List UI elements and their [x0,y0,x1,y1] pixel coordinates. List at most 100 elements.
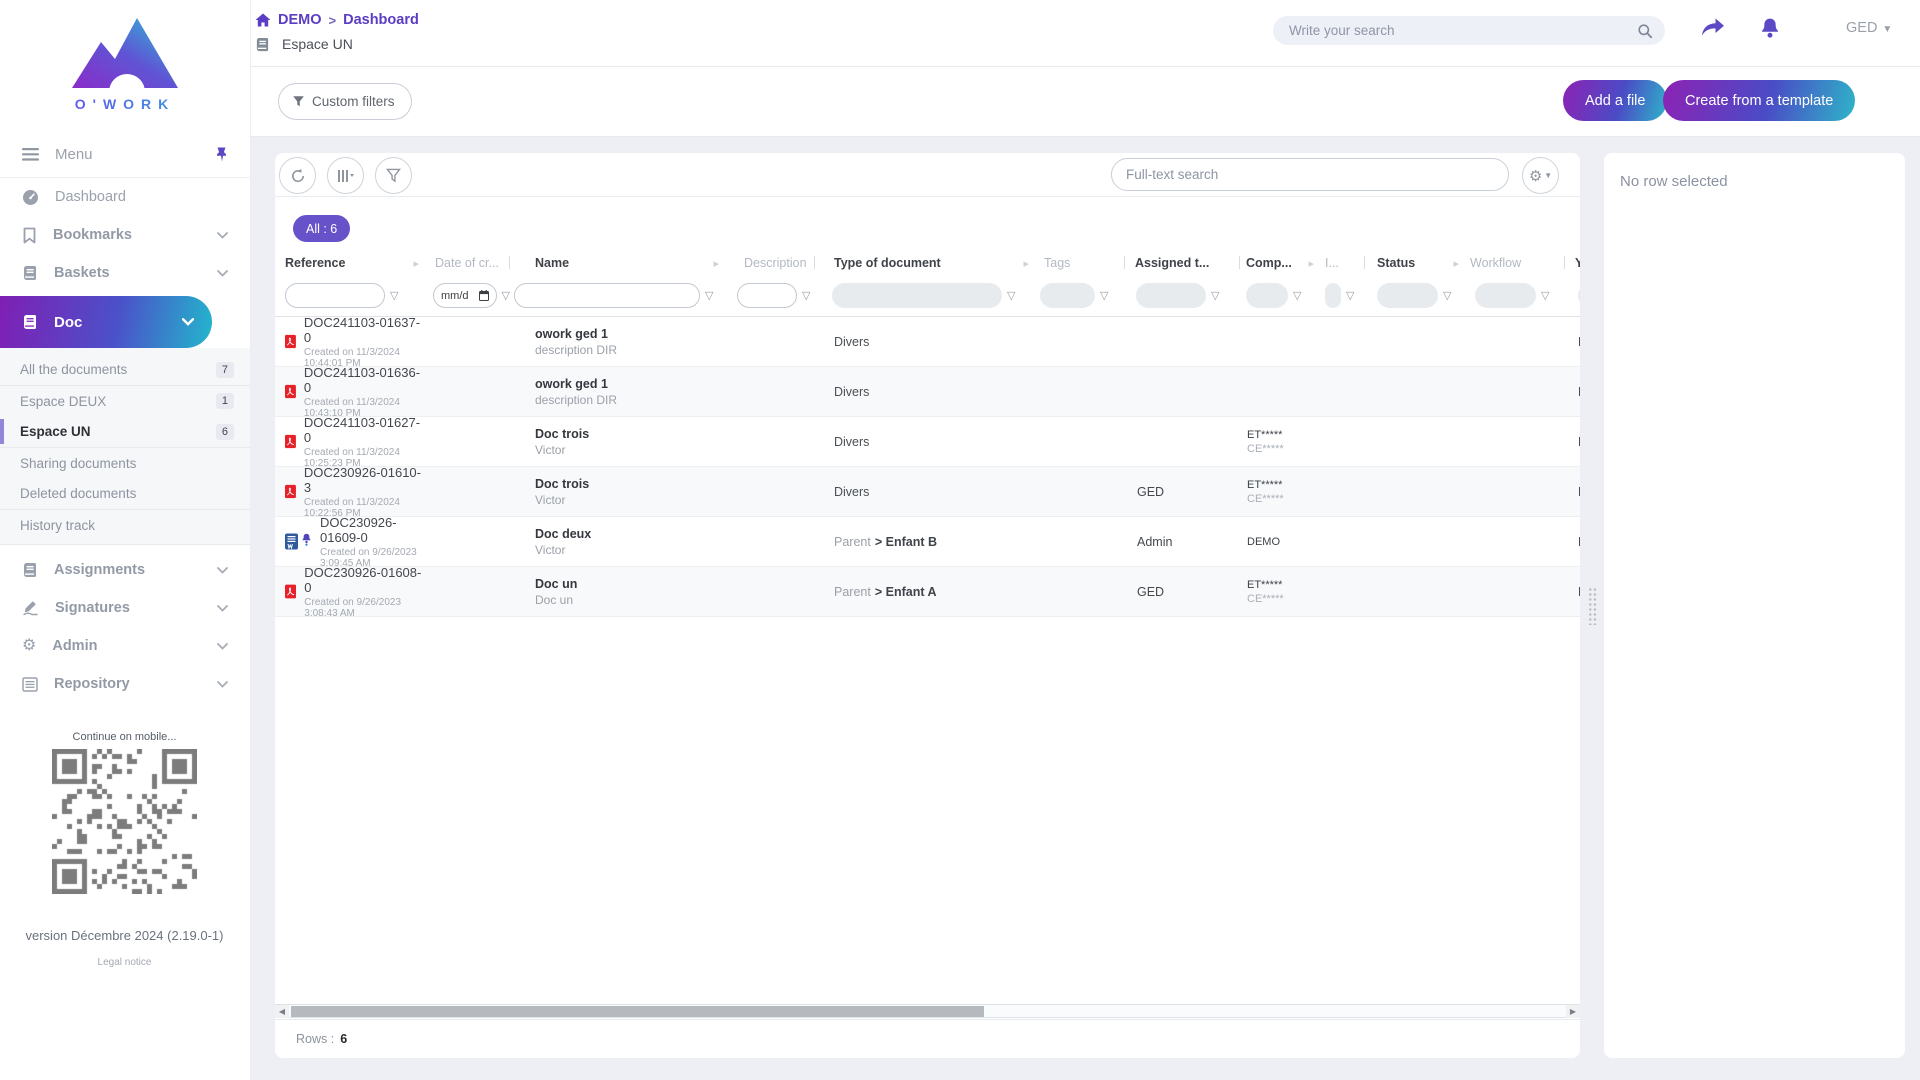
gear-icon: ⚙ [22,638,36,654]
sidebar-item-all-documents[interactable]: All the documents 7 [0,354,250,385]
chevron-down-icon [217,643,228,650]
cell-reference: DOC241103-01627-0Created on 11/3/2024 10… [278,417,425,466]
sidebar-item-bookmarks[interactable]: Bookmarks [0,216,250,254]
home-icon[interactable] [255,13,271,28]
scroll-left-arrow-icon[interactable]: ◀ [275,1005,289,1018]
table-row[interactable]: DOC230926-01610-3Created on 11/3/2024 10… [275,467,1580,517]
custom-filters-button[interactable]: Custom filters [278,83,412,120]
gauge-icon [22,189,39,206]
sidebar-item-sharing-documents[interactable]: Sharing documents [0,447,250,478]
funnel-icon[interactable]: ▽ [1541,289,1549,302]
user-menu[interactable]: GED▼ [1846,20,1892,36]
refresh-button[interactable] [279,157,316,194]
table-row[interactable]: DOC230926-01609-0Created on 9/26/2023 3:… [275,517,1580,567]
app-logo[interactable]: O'WORK [0,0,250,132]
columns-button[interactable] [327,157,364,194]
cell-workflow [1465,517,1565,566]
filter-all-badge[interactable]: All : 6 [293,215,350,242]
column-header-name[interactable]: Name▸ [510,251,725,275]
sidebar-item-history-track[interactable]: History track [0,509,250,540]
legal-notice-link[interactable]: Legal notice [0,957,249,968]
doc-name-sub: description DIR [535,393,617,407]
type-filter-input[interactable] [832,283,1002,308]
name-filter-input[interactable] [514,283,700,308]
table-row[interactable]: DOC241103-01636-0Created on 11/3/2024 10… [275,367,1580,417]
global-search-input[interactable] [1289,23,1637,38]
column-header-company[interactable]: Comp...▸ [1240,251,1320,275]
sidebar-item-assignments[interactable]: Assignments [0,551,250,589]
cell-status [1365,467,1465,516]
doc-type: Divers [834,385,869,399]
scrollbar-thumb[interactable] [291,1006,984,1017]
table-row[interactable]: DOC230926-01608-0Created on 9/26/2023 3:… [275,567,1580,617]
breadcrumb-current[interactable]: Dashboard [343,12,419,28]
funnel-icon[interactable]: ▽ [390,289,398,302]
submenu-label: All the documents [20,362,216,377]
funnel-icon[interactable]: ▽ [1211,289,1219,302]
tags-filter-input[interactable] [1040,283,1095,308]
sidebar-item-deleted-documents[interactable]: Deleted documents [0,478,250,509]
date-filter-input[interactable]: mm/d [433,283,497,308]
column-header-status[interactable]: Status▸ [1365,251,1465,275]
sort-arrow-icon: ▸ [1453,257,1459,270]
doc-reference: DOC241103-01627-0 [304,415,425,445]
column-header-i[interactable]: I... [1320,251,1365,275]
add-file-button[interactable]: Add a file [1563,80,1667,121]
clipped-filter-input[interactable] [1578,283,1580,308]
sidebar-item-admin[interactable]: ⚙ Admin [0,627,250,665]
scroll-right-arrow-icon[interactable]: ▶ [1566,1005,1580,1018]
hamburger-icon[interactable] [22,148,39,161]
table-row[interactable]: DOC241103-01637-0Created on 11/3/2024 10… [275,317,1580,367]
bell-icon[interactable] [1759,17,1781,41]
cell-type: Divers [815,367,1035,416]
fulltext-search-input[interactable] [1126,167,1494,182]
custom-filters-label: Custom filters [312,94,395,109]
breadcrumb-separator: > [329,13,337,28]
funnel-icon[interactable]: ▽ [1293,289,1301,302]
sidebar-item-espace-deux[interactable]: Espace DEUX 1 [0,385,250,416]
doc-name-sub: Victor [535,543,591,557]
funnel-icon[interactable]: ▽ [705,289,713,302]
filter-button[interactable] [375,157,412,194]
create-from-template-button[interactable]: Create from a template [1663,80,1855,121]
funnel-icon[interactable]: ▽ [1443,289,1451,302]
column-header-clipped[interactable]: Y [1565,251,1580,275]
sidebar-item-baskets[interactable]: Baskets [0,254,250,292]
cell-name: Doc deuxVictor [510,517,725,566]
pin-icon[interactable] [215,147,228,162]
column-header-workflow[interactable]: Workflow [1465,251,1565,275]
workflow-filter-input[interactable] [1475,283,1536,308]
table-row[interactable]: DOC241103-01627-0Created on 11/3/2024 10… [275,417,1580,467]
company-filter-input[interactable] [1246,283,1288,308]
reference-filter-input[interactable] [285,283,385,308]
column-header-description[interactable]: Description [725,251,815,275]
cell-clipped: E [1565,467,1580,516]
column-header-reference[interactable]: Reference▸ [278,251,425,275]
funnel-icon[interactable]: ▽ [1346,289,1354,302]
funnel-icon[interactable]: ▽ [1100,289,1108,302]
search-icon[interactable] [1637,23,1653,39]
sidebar-item-doc[interactable]: Doc [0,296,212,348]
funnel-icon[interactable]: ▽ [802,289,810,302]
funnel-icon[interactable]: ▽ [1007,289,1015,302]
breadcrumb-root[interactable]: DEMO [278,12,322,28]
table-settings-button[interactable]: ⚙ ▼ [1522,157,1559,194]
sidebar-item-signatures[interactable]: Signatures [0,589,250,627]
column-header-date[interactable]: Date of cr... [425,251,510,275]
i-filter-input[interactable] [1325,283,1341,308]
funnel-icon[interactable]: ▽ [502,289,510,302]
sidebar-item-dashboard[interactable]: Dashboard [0,178,250,216]
share-icon[interactable] [1700,17,1726,39]
assigned-filter-input[interactable] [1136,283,1206,308]
panel-resize-handle[interactable] [1588,587,1598,625]
sidebar-item-repository[interactable]: Repository [0,665,250,703]
column-header-assigned[interactable]: Assigned t... [1125,251,1240,275]
column-header-tags[interactable]: Tags [1035,251,1125,275]
status-filter-input[interactable] [1377,283,1438,308]
description-filter-input[interactable] [737,283,797,308]
column-header-type[interactable]: Type of document▸ [815,251,1035,275]
cell-description [725,517,815,566]
sidebar-item-espace-un[interactable]: Espace UN 6 [0,416,250,447]
horizontal-scrollbar[interactable]: ◀ ▶ [275,1004,1580,1018]
filter-cell-clipped [1565,275,1580,316]
